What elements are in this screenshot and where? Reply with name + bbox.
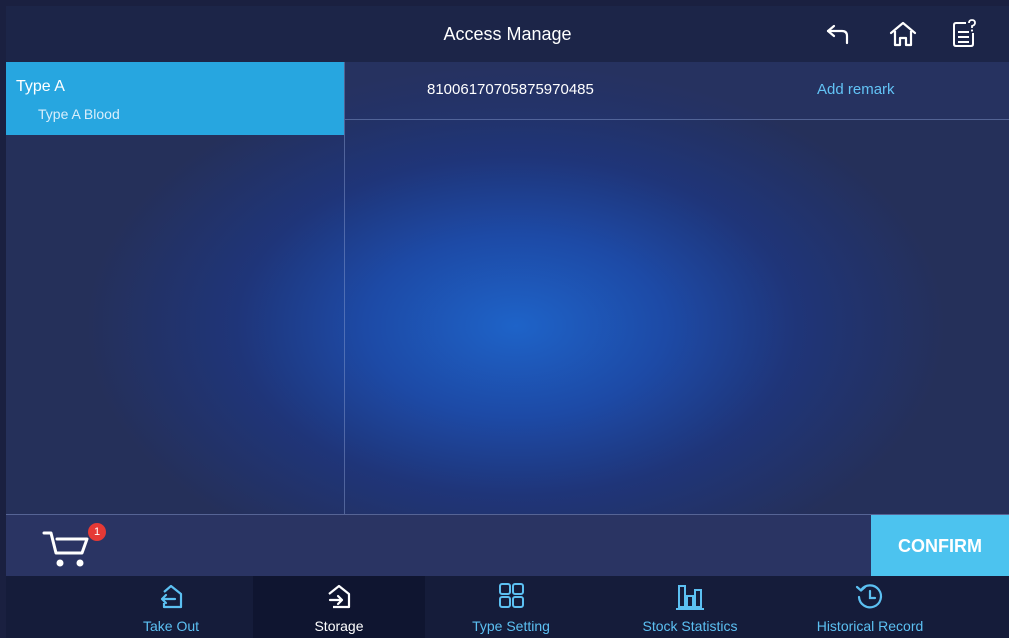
nav-label: Stock Statistics (642, 618, 738, 634)
back-arrow-icon (826, 24, 849, 45)
header-bar: Access Manage (6, 6, 1009, 62)
confirm-button[interactable]: CONFIRM (871, 515, 1009, 577)
item-code: 81006170705875970485 (427, 81, 594, 98)
nav-historical-record[interactable]: Historical Record (782, 576, 958, 638)
nav-storage[interactable]: Storage (253, 576, 425, 638)
item-list-panel: 81006170705875970485 Add remark (345, 62, 1009, 514)
nav-label: Storage (314, 618, 364, 634)
home-button[interactable] (887, 18, 919, 50)
nav-take-out[interactable]: Take Out (86, 576, 256, 638)
nav-stock-statistics[interactable]: Stock Statistics (604, 576, 776, 638)
cart-count-badge: 1 (88, 523, 106, 541)
type-list-panel: Type A Type A Blood (6, 62, 345, 514)
nav-label: Historical Record (816, 618, 924, 634)
bar-chart-icon (676, 585, 704, 610)
add-remark-link[interactable]: Add remark (817, 81, 895, 98)
take-out-icon (160, 584, 183, 609)
grid-icon (499, 583, 524, 608)
back-button[interactable] (822, 18, 854, 50)
bottom-nav: Take Out Storage Type Setting Stock Stat… (6, 576, 1009, 638)
list-item[interactable]: 81006170705875970485 Add remark (345, 62, 1009, 120)
help-document-icon (953, 19, 976, 47)
app-window: Access Manage Type A Type A Blood 810061… (6, 6, 1009, 638)
nav-label: Take Out (142, 618, 200, 634)
type-description: Type A Blood (38, 106, 120, 122)
nav-type-setting[interactable]: Type Setting (425, 576, 597, 638)
type-name: Type A (16, 78, 65, 95)
help-button[interactable] (948, 18, 980, 50)
nav-label: Type Setting (472, 618, 550, 634)
page-title: Access Manage (443, 24, 572, 44)
action-bar: 1 CONFIRM (6, 514, 1009, 577)
storage-icon (328, 584, 351, 609)
home-icon (889, 21, 917, 47)
type-item-type-a[interactable]: Type A Type A Blood (6, 62, 344, 135)
history-clock-icon (855, 584, 883, 609)
